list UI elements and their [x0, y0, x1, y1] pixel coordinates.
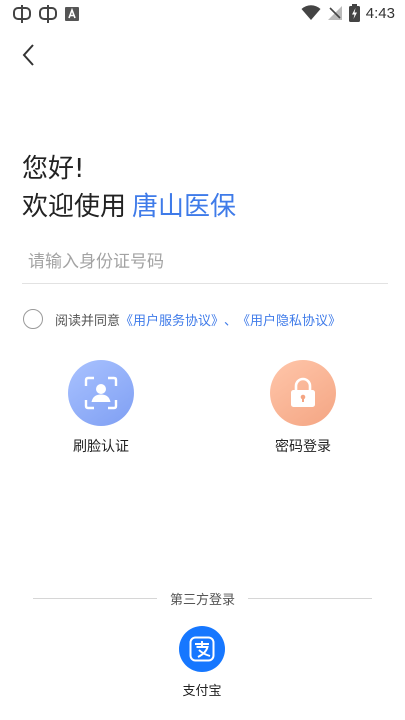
agreement-separator: 、: [224, 313, 238, 329]
notification-a-icon: [65, 7, 79, 21]
chevron-left-icon: [22, 44, 34, 66]
service-agreement-link[interactable]: 《用户服务协议》: [120, 310, 224, 329]
agreement-checkbox[interactable]: [23, 309, 43, 329]
password-login-label: 密码登录: [275, 439, 331, 455]
status-bar: 4:43: [0, 0, 405, 30]
agreement-row: 阅读并同意 《用户服务协议》 、 《用户隐私协议》: [23, 309, 341, 329]
status-time: 4:43: [365, 4, 395, 22]
face-auth-button[interactable]: 刷脸认证: [36, 360, 166, 456]
face-scan-icon: [84, 376, 118, 410]
wifi-icon: [301, 5, 321, 20]
no-signal-icon: [327, 6, 342, 20]
alipay-circle: [179, 626, 225, 672]
app-brand-name: 唐山医保: [132, 192, 237, 222]
alipay-label: 支付宝: [182, 684, 222, 699]
alipay-icon: [189, 636, 215, 662]
third-party-title: 第三方登录: [169, 593, 235, 608]
status-right-icons: 4:43: [301, 4, 395, 22]
status-left-icons: [12, 4, 80, 24]
password-login-button[interactable]: 密码登录: [238, 360, 368, 456]
notification-app-icon: [13, 5, 31, 23]
welcome-prefix: 欢迎使用: [22, 192, 127, 222]
battery-charging-icon: [348, 4, 360, 22]
password-login-circle: [270, 360, 336, 426]
id-number-input[interactable]: [22, 240, 388, 284]
lock-icon: [291, 377, 315, 407]
agreement-prefix: 阅读并同意: [55, 313, 121, 329]
notification-app-icon: [39, 5, 57, 23]
face-auth-label: 刷脸认证: [73, 439, 129, 455]
face-auth-circle: [68, 360, 134, 426]
back-button[interactable]: [14, 40, 44, 70]
privacy-agreement-link[interactable]: 《用户隐私协议》: [237, 310, 341, 329]
alipay-login-button[interactable]: 支付宝: [152, 626, 252, 699]
welcome-line: 欢迎使用 唐山医保: [22, 186, 236, 223]
greeting-title: 您好!: [22, 154, 85, 184]
